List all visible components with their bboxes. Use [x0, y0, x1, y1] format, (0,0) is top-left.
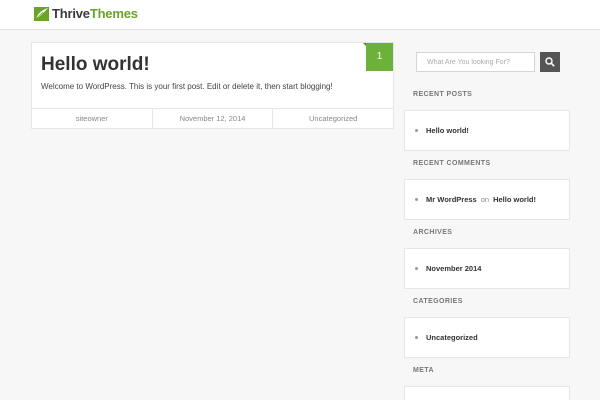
comment-count-badge[interactable]: 1	[366, 43, 393, 71]
widget-recent-comments: Mr WordPress on Hello world!	[404, 179, 570, 220]
widget-recent-posts: Hello world!	[404, 110, 570, 151]
widget-categories: Uncategorized	[404, 317, 570, 358]
logo-word-thrive: Thrive	[52, 6, 90, 21]
comment-post-link[interactable]: Hello world!	[493, 195, 536, 204]
leaf-logo-icon	[34, 7, 49, 21]
bullet-icon	[415, 336, 418, 339]
search-button[interactable]	[540, 52, 560, 72]
category-link[interactable]: Uncategorized	[426, 333, 478, 342]
comment-on-text: on	[480, 195, 490, 204]
search-input[interactable]	[416, 52, 535, 72]
logo-text: ThriveThemes	[52, 7, 138, 21]
comment-author-link[interactable]: Mr WordPress	[426, 195, 477, 204]
list-item: November 2014	[415, 264, 481, 273]
post-card: 1 Hello world! Welcome to WordPress. Thi…	[31, 42, 394, 129]
list-item: Mr WordPress on Hello world!	[415, 195, 536, 204]
post-meta: siteowner November 12, 2014 Uncategorize…	[32, 108, 393, 128]
post-excerpt: Welcome to WordPress. This is your first…	[41, 82, 333, 91]
site-logo[interactable]: ThriveThemes	[34, 7, 138, 21]
site-header: ThriveThemes	[0, 0, 600, 30]
post-title[interactable]: Hello world!	[41, 53, 150, 77]
post-date: November 12, 2014	[153, 109, 274, 128]
list-item: Hello world!	[415, 126, 469, 135]
list-item: Uncategorized	[415, 333, 478, 342]
widget-title-archives: ARCHIVES	[413, 229, 453, 236]
bullet-icon	[415, 198, 418, 201]
widget-title-meta: META	[413, 367, 434, 374]
widget-title-categories: CATEGORIES	[413, 298, 463, 305]
widget-title-recent-comments: RECENT COMMENTS	[413, 160, 491, 167]
bullet-icon	[415, 129, 418, 132]
bullet-icon	[415, 267, 418, 270]
archive-link[interactable]: November 2014	[426, 264, 481, 273]
recent-post-link[interactable]: Hello world!	[426, 126, 469, 135]
widget-meta	[404, 386, 570, 400]
post-author[interactable]: siteowner	[32, 109, 153, 128]
post-category[interactable]: Uncategorized	[273, 109, 393, 128]
search-icon	[545, 57, 555, 67]
widget-title-recent-posts: RECENT POSTS	[413, 91, 473, 98]
logo-word-themes: Themes	[89, 6, 138, 21]
widget-archives: November 2014	[404, 248, 570, 289]
